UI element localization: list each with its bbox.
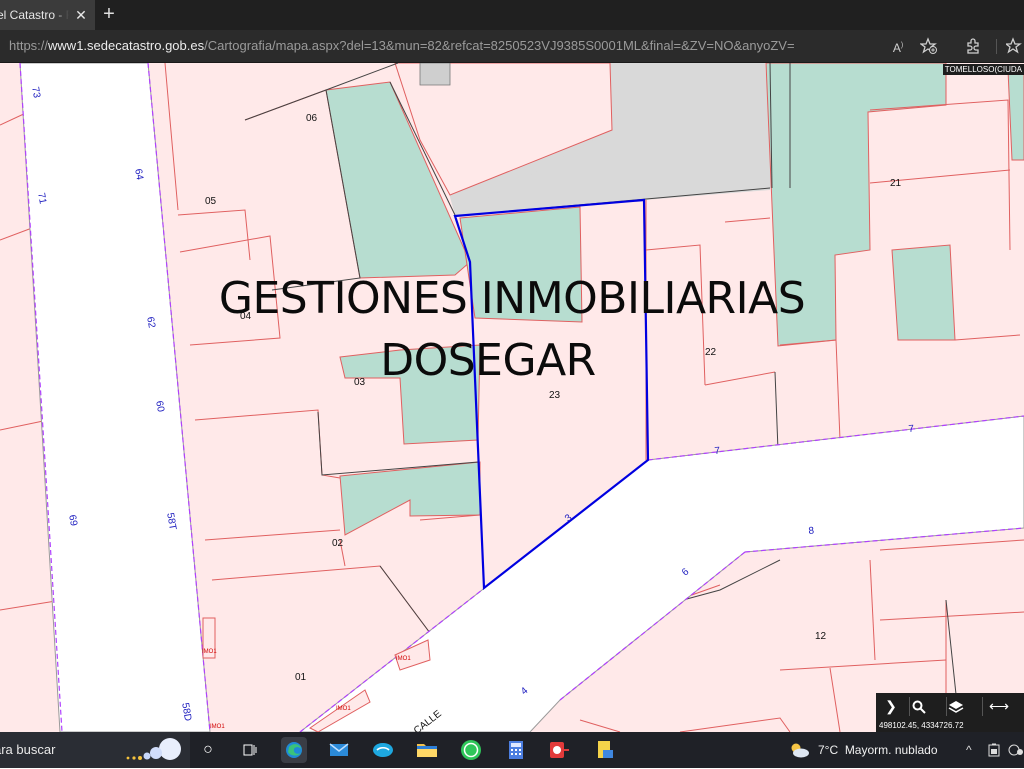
task-view-icon[interactable]	[237, 737, 263, 763]
search-highlight-icon	[126, 738, 181, 760]
cortana-icon[interactable]: ○	[195, 737, 221, 763]
tool-divider	[946, 697, 947, 716]
parcel-label: 05	[205, 196, 217, 207]
favorites-icon[interactable]	[1004, 37, 1024, 55]
svg-text:IMO1: IMO1	[336, 706, 351, 712]
url-domain: www1.sedecatastro.gob.es	[48, 38, 205, 53]
address-bar[interactable]: https://www1.sedecatastro.gob.es/Cartogr…	[0, 30, 1024, 63]
cadastral-map[interactable]: IMO1 IMO1 IMO1 IMO1 06 05 04 03 02 01 23 22 21 12…	[0, 63, 1024, 732]
street-number: 69	[66, 514, 79, 527]
parcel-label: 02	[332, 538, 344, 549]
parcel-label: 06	[306, 113, 318, 124]
tool-divider	[982, 697, 983, 716]
parcel-label: 21	[890, 178, 902, 189]
search-placeholder: ara buscar	[0, 742, 56, 757]
url-path: /Cartografia/mapa.aspx?del=13&mun=82&ref…	[204, 38, 795, 53]
watermark-line2: DOSEGAR	[380, 335, 596, 386]
tab-title: el Catastro - Fo	[0, 8, 69, 22]
coordinates-readout: 498102.45, 4334726.72	[876, 720, 1024, 732]
measure-icon[interactable]: ⟷	[984, 696, 1014, 717]
notes-icon[interactable]	[592, 737, 618, 763]
weather-temp: 7°C	[818, 743, 839, 757]
favorites-add-icon[interactable]	[919, 37, 938, 55]
search-icon[interactable]	[912, 696, 942, 717]
layers-icon[interactable]	[948, 696, 978, 717]
toolbar-divider	[996, 39, 997, 54]
app-red-icon[interactable]	[546, 737, 572, 763]
read-aloud-icon[interactable]: A)	[889, 37, 907, 55]
map-toolbar: ❯ ⟷	[876, 693, 1024, 720]
tab-bar: el Catastro - Fo ✕ +	[0, 0, 1024, 30]
weather-icon[interactable]	[787, 737, 811, 763]
plus-icon[interactable]: +	[99, 3, 119, 27]
taskbar-search[interactable]: ara buscar	[0, 732, 190, 768]
street-number: 7	[908, 423, 915, 435]
parcel-label: 12	[815, 631, 827, 642]
parcel-label: 23	[549, 390, 561, 401]
url-field[interactable]: https://www1.sedecatastro.gob.es/Cartogr…	[9, 30, 795, 62]
browser-tab[interactable]: el Catastro - Fo ✕	[0, 0, 95, 30]
street-number: 60	[153, 400, 166, 413]
taskbar: ara buscar ○ 7°C Mayorm. nublado ^	[0, 732, 1024, 768]
calculator-icon[interactable]	[503, 737, 529, 763]
town-label: TOMELLOSO(CIUDA	[942, 64, 1024, 75]
street-number: 71	[35, 192, 48, 205]
battery-icon[interactable]	[987, 732, 1001, 768]
street-number: 8	[808, 525, 815, 537]
url-prefix: https://	[9, 38, 49, 53]
map-canvas[interactable]: IMO1 IMO1 IMO1 IMO1	[0, 63, 1024, 732]
file-explorer-icon[interactable]	[414, 737, 440, 763]
tool-divider	[909, 697, 910, 716]
network-icon[interactable]	[1008, 732, 1024, 768]
svg-text:IMO1: IMO1	[210, 724, 225, 730]
watermark-line1: GESTIONES INMOBILIARIAS	[218, 273, 806, 324]
parcel-label: 01	[295, 672, 307, 683]
chevron-right-icon[interactable]: ❯	[876, 696, 906, 717]
svg-text:IMO1: IMO1	[202, 649, 217, 655]
close-icon[interactable]: ✕	[73, 0, 89, 30]
extensions-icon[interactable]	[964, 37, 982, 55]
edge-icon[interactable]	[281, 737, 307, 763]
street-number: 73	[29, 86, 42, 99]
chevron-up-icon[interactable]: ^	[966, 732, 972, 768]
weather-text: Mayorm. nublado	[844, 743, 938, 757]
whatsapp-icon[interactable]	[458, 737, 484, 763]
street-number: 64	[132, 168, 145, 181]
weather-widget[interactable]: 7°C Mayorm. nublado	[818, 732, 938, 768]
svg-text:IMO1: IMO1	[396, 656, 411, 662]
mail-icon[interactable]	[326, 737, 352, 763]
street-number: 7	[714, 445, 721, 457]
skype-icon[interactable]	[370, 737, 396, 763]
